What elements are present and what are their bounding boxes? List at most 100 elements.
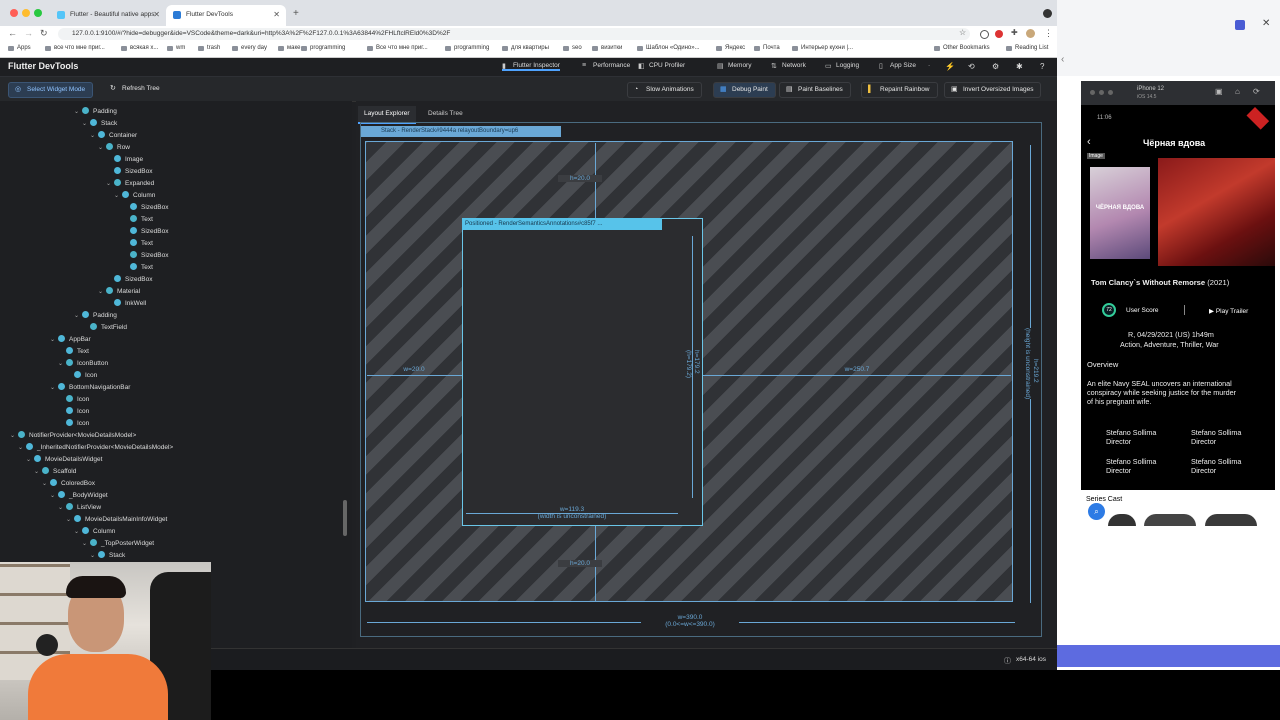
expand-chevron-icon[interactable]: ⌄ <box>74 526 82 538</box>
back-icon[interactable]: ← <box>8 28 17 38</box>
bookmark[interactable]: Почта <box>754 45 780 51</box>
tree-node[interactable]: ⌄ Material <box>98 286 140 298</box>
expand-chevron-icon[interactable]: ⌄ <box>50 490 58 502</box>
tab-performance[interactable]: ≡ Performance <box>582 62 630 69</box>
select-widget-mode-button[interactable]: ◎ Select Widget Mode <box>8 82 94 98</box>
search-icon[interactable]: ⌕ <box>1088 503 1105 520</box>
tree-node[interactable]: Text <box>122 214 153 226</box>
reload-icon[interactable]: ↻ <box>40 28 48 39</box>
positioned-child[interactable] <box>462 218 703 526</box>
expand-chevron-icon[interactable]: ⌄ <box>106 178 114 190</box>
tree-node[interactable]: SizedBox <box>122 226 168 238</box>
expand-chevron-icon[interactable]: ⌄ <box>50 334 58 346</box>
close-icon[interactable]: ✕ <box>273 10 280 19</box>
screenshot-icon[interactable]: ▣ <box>1215 87 1223 96</box>
tree-node[interactable]: ⌄ Expanded <box>106 178 154 190</box>
tree-node[interactable]: ⌄ _InheritedNotifierProvider<MovieDetails… <box>18 442 173 454</box>
hot-reload-icon[interactable]: ⚡ <box>945 62 955 71</box>
bookmark[interactable]: все что мне приг... <box>45 45 105 51</box>
expand-chevron-icon[interactable]: ⌄ <box>26 454 34 466</box>
tab-flutter[interactable]: Flutter - Beautiful native apps ✕ <box>50 5 166 26</box>
close-window-button[interactable] <box>10 9 18 17</box>
profile-icon[interactable] <box>1043 9 1052 18</box>
app-back-icon[interactable]: ‹ <box>1087 136 1091 148</box>
poster-image[interactable]: ЧЁРНАЯ ВДОВА <box>1090 167 1150 259</box>
extension-icon[interactable] <box>980 30 989 39</box>
tree-node[interactable]: Icon <box>66 370 97 382</box>
bookmark[interactable]: Интерьер кухни |... <box>792 45 853 51</box>
help-icon[interactable]: ? <box>1040 62 1044 71</box>
bookmark[interactable]: Все что мне приг... <box>367 45 428 51</box>
tree-node[interactable]: ⌄ Column <box>114 190 155 202</box>
slow-animations-button[interactable]: ◔ Slow Animations <box>627 82 702 98</box>
bookmark[interactable]: Reading List <box>1006 45 1048 51</box>
expand-chevron-icon[interactable]: ⌄ <box>50 382 58 394</box>
tree-node[interactable]: SizedBox <box>122 202 168 214</box>
tree-node[interactable]: TextField <box>82 322 127 334</box>
back-icon[interactable]: ‹ <box>1061 54 1064 65</box>
opera-icon[interactable] <box>995 30 1003 38</box>
tree-node[interactable]: ⌄ _TopPosterWidget <box>82 538 154 550</box>
tree-node[interactable]: Text <box>122 262 153 274</box>
tab-devtools[interactable]: Flutter DevTools ✕ <box>166 5 286 26</box>
tree-node[interactable]: ⌄ AppBar <box>50 334 91 346</box>
expand-chevron-icon[interactable]: ⌄ <box>90 130 98 142</box>
stack-render-label[interactable]: Stack - RenderStack#9444a relayoutBounda… <box>361 126 561 137</box>
bookmark[interactable]: wm <box>167 45 185 51</box>
avatar[interactable] <box>1026 29 1035 38</box>
tab-details-tree[interactable]: Details Tree <box>422 106 469 122</box>
tree-node[interactable]: Icon <box>58 406 89 418</box>
tree-node[interactable]: ⌄ Padding <box>74 106 117 118</box>
tab-memory[interactable]: ▤ Memory <box>717 62 751 70</box>
tree-node[interactable]: ⌄ Padding <box>74 310 117 322</box>
expand-chevron-icon[interactable]: ⌄ <box>90 550 98 562</box>
tab-cpu-profiler[interactable]: ◧ CPU Profiler <box>638 62 685 70</box>
close-icon[interactable]: ✕ <box>1262 18 1270 29</box>
bookmark[interactable]: Apps <box>8 45 31 51</box>
expand-chevron-icon[interactable]: ⌄ <box>34 466 42 478</box>
bug-icon[interactable]: ✱ <box>1016 62 1023 71</box>
menu-icon[interactable]: ⋮ <box>1044 28 1053 39</box>
tree-node[interactable]: SizedBox <box>106 166 152 178</box>
bookmark[interactable]: Other Bookmarks <box>934 45 990 51</box>
forward-icon[interactable]: → <box>24 28 33 38</box>
zoom-window-button[interactable] <box>34 9 42 17</box>
tree-node[interactable]: ⌄ ListView <box>58 502 101 514</box>
bookmark[interactable]: визитки <box>592 45 622 51</box>
tree-node[interactable]: ⌄ ColoredBox <box>42 478 95 490</box>
expand-chevron-icon[interactable]: ⌄ <box>66 514 74 526</box>
tree-node[interactable]: ⌄ Stack <box>90 550 125 562</box>
tree-node[interactable]: InkWell <box>106 298 146 310</box>
expand-chevron-icon[interactable]: ⌄ <box>74 310 82 322</box>
bookmark[interactable]: маке <box>278 45 301 51</box>
teams-icon[interactable] <box>1235 20 1245 30</box>
tab-app-size[interactable]: ▯ App Size <box>879 62 916 70</box>
invert-oversized-images-button[interactable]: ▣ Invert Oversized Images <box>944 82 1042 98</box>
expand-chevron-icon[interactable]: ⌄ <box>42 478 50 490</box>
refresh-tree-button[interactable]: ↻ Refresh Tree <box>104 82 167 96</box>
bookmark[interactable]: Яндекс <box>716 45 745 51</box>
settings-icon[interactable]: ⚙ <box>992 62 999 71</box>
tree-node[interactable]: Text <box>58 346 89 358</box>
expand-chevron-icon[interactable]: ⌄ <box>98 142 106 154</box>
new-tab-icon[interactable]: + <box>293 8 299 19</box>
bookmark[interactable]: programming <box>445 45 489 51</box>
puzzle-icon[interactable]: ✚ <box>1011 28 1018 37</box>
paint-baselines-button[interactable]: ▤ Paint Baselines <box>779 82 851 98</box>
expand-chevron-icon[interactable]: ⌄ <box>74 106 82 118</box>
expand-chevron-icon[interactable]: ⌄ <box>10 430 18 442</box>
bookmark[interactable]: всякая х... <box>121 45 158 51</box>
tree-node[interactable]: SizedBox <box>122 250 168 262</box>
tree-node[interactable]: ⌄ NotifierProvider<MovieDetailsModel> <box>10 430 136 442</box>
tree-node[interactable]: ⌄ Scaffold <box>34 466 76 478</box>
star-icon[interactable]: ☆ <box>959 28 966 37</box>
home-icon[interactable]: ⌂ <box>1235 87 1240 96</box>
tab-network[interactable]: ⇅ Network <box>771 62 806 70</box>
rotate-icon[interactable]: ⟳ <box>1253 87 1260 96</box>
tree-node[interactable]: ⌄ Column <box>74 526 115 538</box>
tree-node[interactable]: Icon <box>58 394 89 406</box>
tree-node[interactable]: ⌄ IconButton <box>58 358 108 370</box>
tree-node[interactable]: Icon <box>58 418 89 430</box>
tree-node[interactable]: ⌄ _BodyWidget <box>50 490 108 502</box>
expand-chevron-icon[interactable]: ⌄ <box>82 118 90 130</box>
